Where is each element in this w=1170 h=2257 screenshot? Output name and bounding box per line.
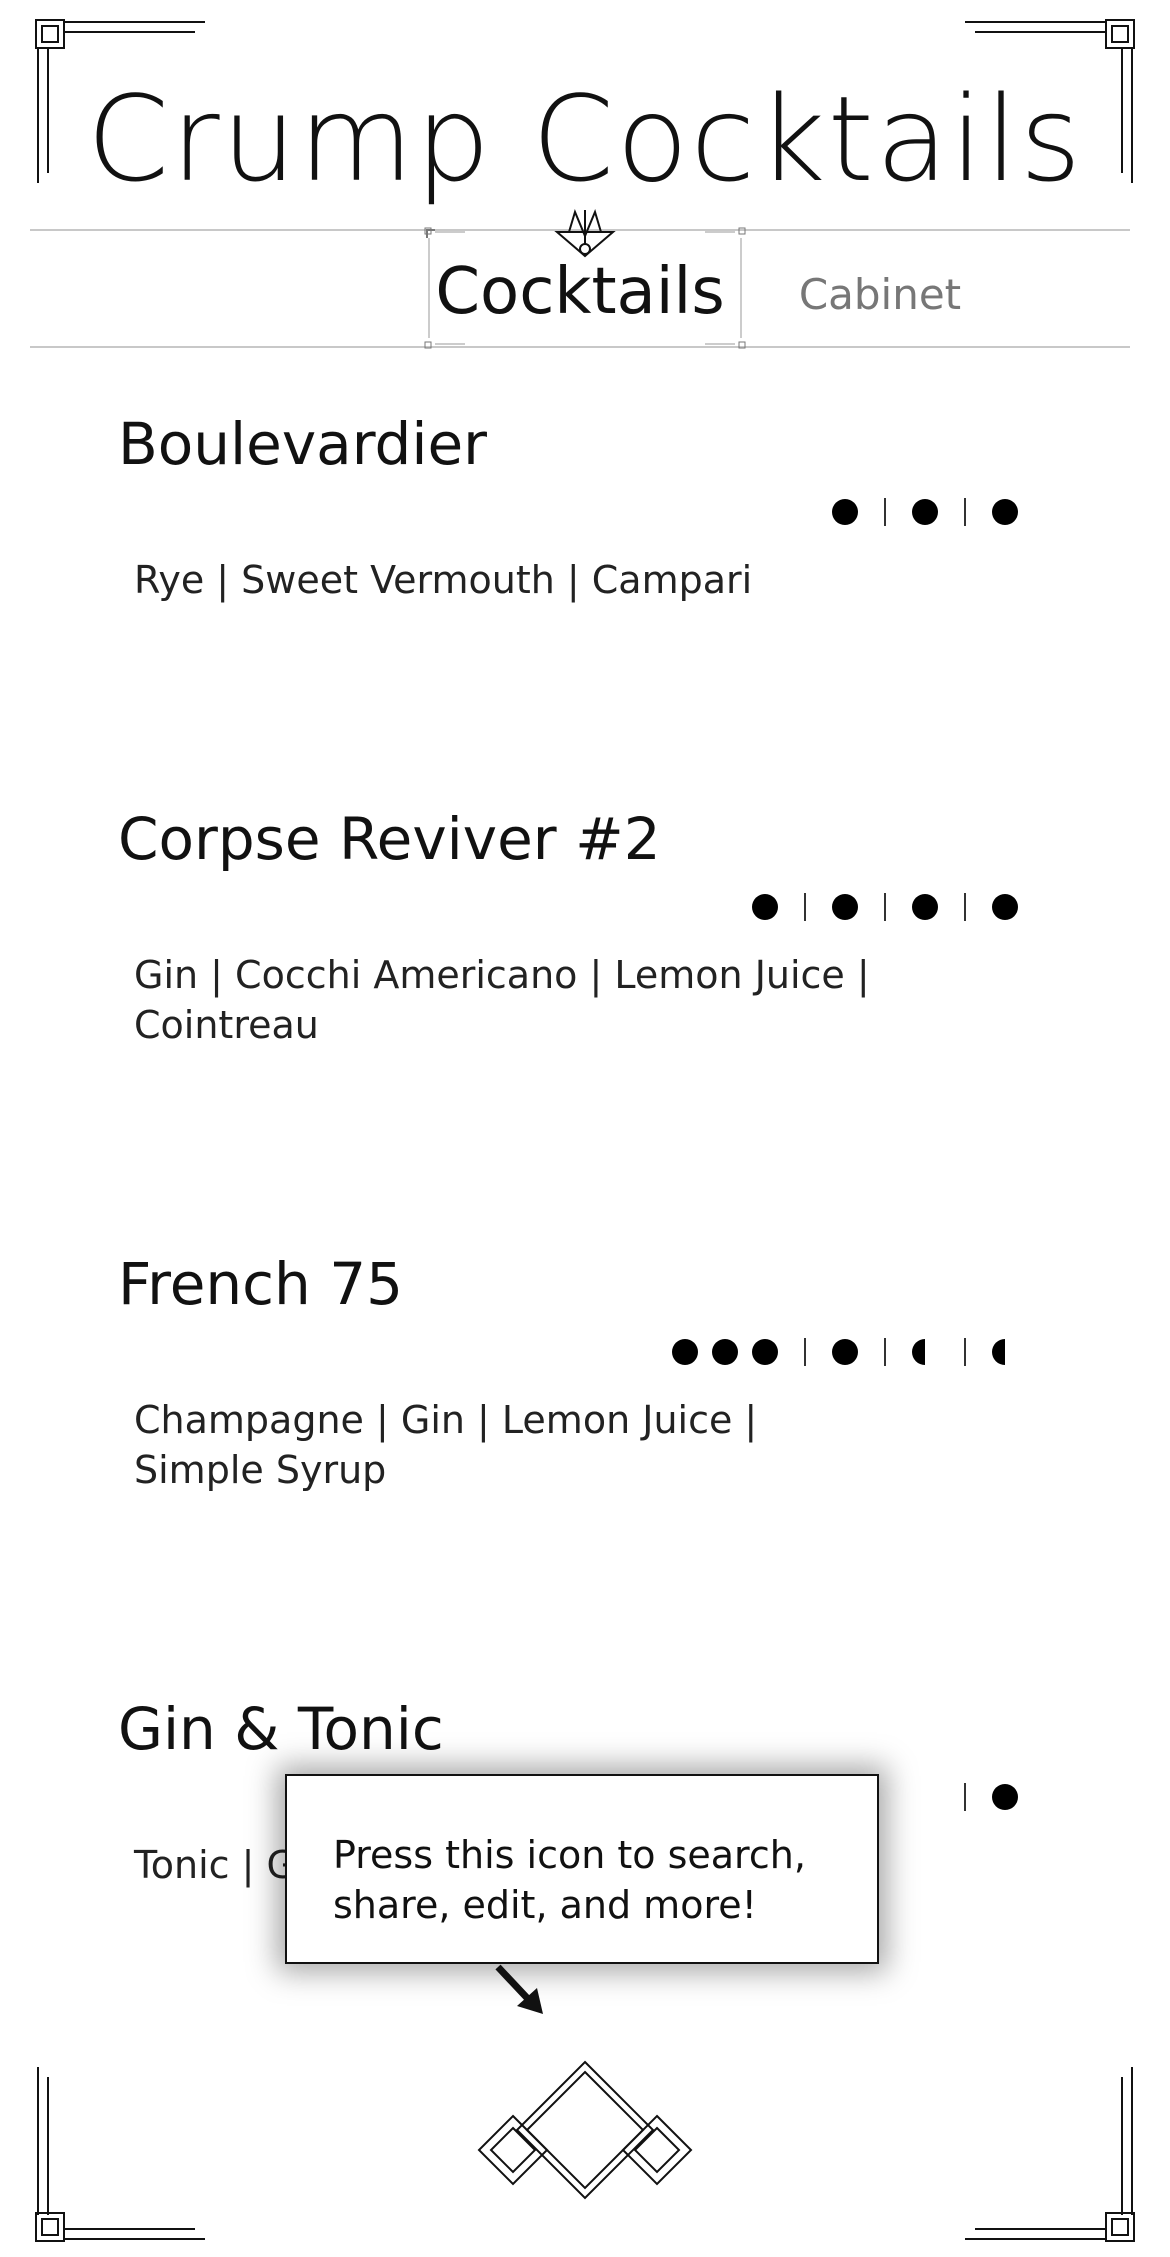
ingredients-list: Champagne | Gin | Lemon Juice | Simple S… — [134, 1398, 758, 1492]
cocktail-name: Boulevardier — [118, 410, 487, 478]
cocktail-card[interactable]: Corpse Reviver #2 Gin | Cocchi Americano… — [118, 805, 1018, 1085]
strength-separator — [964, 1338, 966, 1366]
strength-dot-full — [992, 1784, 1018, 1810]
strength-separator — [884, 893, 886, 921]
strength-separator — [964, 893, 966, 921]
strength-dot-half — [912, 1339, 938, 1365]
cocktail-name: Corpse Reviver #2 — [118, 805, 661, 873]
strength-indicator — [832, 492, 1018, 532]
tooltip-arrow-icon — [495, 1964, 543, 2014]
strength-separator — [804, 893, 806, 921]
menu-hint-tooltip: Press this icon to search, share, edit, … — [285, 1774, 879, 1964]
corner-ornament-bottom-left — [35, 2067, 205, 2242]
art-deco-diamond-icon[interactable] — [477, 2058, 693, 2204]
strength-separator — [804, 1338, 806, 1366]
cocktail-card[interactable]: Boulevardier Rye | Sweet Vermouth | Camp… — [118, 410, 1018, 640]
strength-dot-full — [712, 1339, 738, 1365]
app-title: Crump Cocktails — [86, 70, 1084, 208]
strength-dot-full — [752, 894, 778, 920]
strength-dot-full — [832, 1339, 858, 1365]
strength-indicator — [752, 887, 1018, 927]
strength-dot-full — [912, 894, 938, 920]
ingredients-list: Rye | Sweet Vermouth | Campari — [134, 558, 753, 602]
strength-dot-full — [832, 499, 858, 525]
strength-indicator — [952, 1777, 1018, 1817]
strength-dot-full — [992, 894, 1018, 920]
strength-dot-full — [992, 499, 1018, 525]
cocktail-card[interactable]: French 75 Champagne | Gin | Lemon Juice … — [118, 1250, 1018, 1530]
ingredients-list: Gin | Cocchi Americano | Lemon Juice | C… — [134, 953, 870, 1047]
cocktail-name: French 75 — [118, 1250, 404, 1318]
strength-indicator — [672, 1332, 1018, 1372]
corner-ornament-bottom-right — [965, 2067, 1135, 2242]
strength-separator — [884, 1338, 886, 1366]
cocktail-name: Gin & Tonic — [118, 1695, 444, 1763]
strength-dot-full — [832, 894, 858, 920]
strength-separator — [964, 498, 966, 526]
tab-cocktails[interactable]: Cocktails — [420, 255, 740, 329]
strength-separator — [964, 1783, 966, 1811]
strength-dot-full — [752, 1339, 778, 1365]
strength-separator — [884, 498, 886, 526]
tab-cabinet[interactable]: Cabinet — [780, 270, 980, 319]
strength-dot-half — [992, 1339, 1018, 1365]
strength-dot-full — [912, 499, 938, 525]
strength-dot-full — [672, 1339, 698, 1365]
